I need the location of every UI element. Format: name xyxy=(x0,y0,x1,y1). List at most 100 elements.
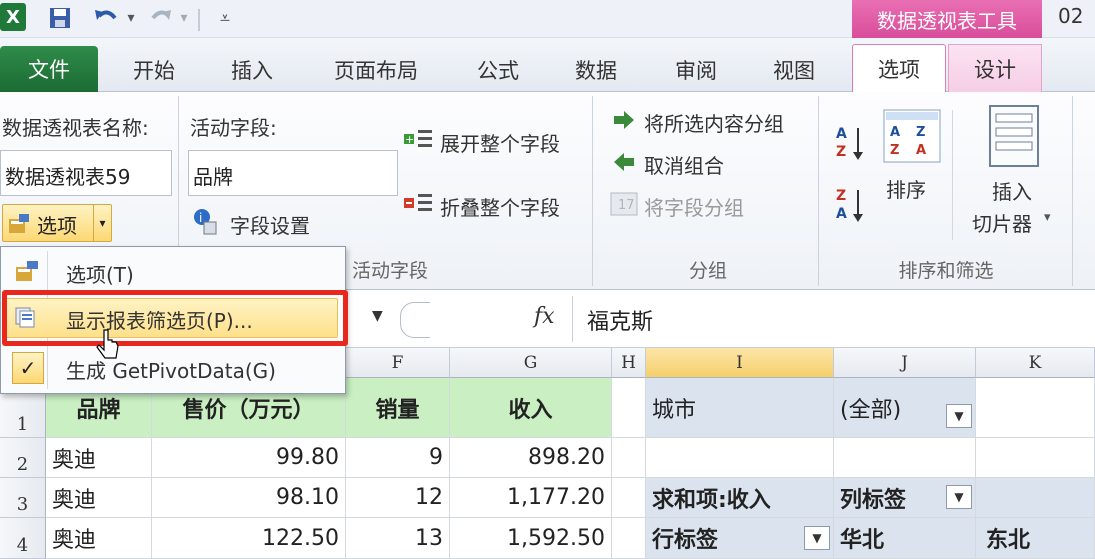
pivot-sum-label[interactable]: 求和项:收入 xyxy=(646,478,834,518)
expand-field-icon[interactable]: + xyxy=(404,128,434,150)
group-group-label: 分组 xyxy=(688,260,727,282)
row-header-2[interactable]: 2 xyxy=(0,438,46,478)
tab-insert[interactable]: 插入 xyxy=(216,48,288,92)
column-header-j[interactable]: J xyxy=(834,348,976,378)
redo-dropdown-icon[interactable]: ▾ xyxy=(178,4,190,32)
group-separator xyxy=(818,96,819,286)
active-field-group-label: 活动字段 xyxy=(351,260,428,282)
svg-text:A: A xyxy=(836,126,847,142)
empty-cell[interactable] xyxy=(976,378,1095,438)
pivot-column-dongbei[interactable]: 东北 xyxy=(976,518,1095,559)
column-header-f[interactable]: F xyxy=(346,348,450,378)
group-selection-button[interactable]: 将所选内容分组 xyxy=(644,108,784,137)
ungroup-button[interactable]: 取消组合 xyxy=(644,150,724,179)
table-cell[interactable]: 898.20 xyxy=(450,438,612,478)
collapse-field-icon[interactable] xyxy=(404,192,434,214)
table-cell[interactable]: 122.50 xyxy=(152,518,346,559)
menu-item-generate-getpivotdata[interactable]: ✓ 生成 GetPivotData(G) xyxy=(4,348,340,390)
tab-home[interactable]: 开始 xyxy=(118,48,190,92)
empty-cell[interactable] xyxy=(612,478,646,518)
table-cell[interactable]: 奥迪 xyxy=(46,478,152,518)
formula-input[interactable]: 福克斯 xyxy=(572,296,1095,342)
undo-dropdown-icon[interactable]: ▾ xyxy=(124,4,138,32)
collapse-field-button[interactable]: 折叠整个字段 xyxy=(440,192,560,221)
options-button[interactable]: 选项 ▾ xyxy=(2,204,112,242)
slicer-dropdown-icon[interactable]: ▾ xyxy=(1044,210,1051,225)
svg-text:Z: Z xyxy=(836,188,846,204)
customize-qat-icon[interactable]: ⩡ xyxy=(214,4,236,32)
sort-descending-icon[interactable]: ZA xyxy=(834,184,868,224)
header-volume[interactable]: 销量 xyxy=(346,378,450,438)
tab-data[interactable]: 数据 xyxy=(560,48,632,92)
fx-icon[interactable]: fx xyxy=(534,304,555,329)
menu-item-options[interactable]: 选项(T) xyxy=(4,252,340,294)
ungroup-icon[interactable] xyxy=(612,152,636,172)
group-separator xyxy=(1072,96,1073,286)
table-cell[interactable]: 9 xyxy=(346,438,450,478)
row-labels-dropdown-icon[interactable]: ▼ xyxy=(804,526,830,550)
row-header-4[interactable]: 4 xyxy=(0,518,46,559)
svg-text:i: i xyxy=(199,211,202,225)
column-header-h[interactable]: H xyxy=(612,348,646,378)
checkmark-icon: ✓ xyxy=(12,352,44,384)
table-cell[interactable]: 12 xyxy=(346,478,450,518)
row-header-3[interactable]: 3 xyxy=(0,478,46,518)
empty-cell[interactable] xyxy=(612,438,646,478)
table-cell[interactable]: 1,592.50 xyxy=(450,518,612,559)
empty-cell[interactable] xyxy=(834,438,976,478)
pivot-name-field[interactable]: 数据透视表59 xyxy=(0,150,172,196)
table-cell[interactable]: 98.10 xyxy=(152,478,346,518)
expand-field-button[interactable]: 展开整个字段 xyxy=(440,128,560,157)
table-cell[interactable]: 1,177.20 xyxy=(450,478,612,518)
tab-formulas[interactable]: 公式 xyxy=(462,48,534,92)
slicer-label[interactable]: 切片器 xyxy=(972,208,1032,237)
filter-dropdown-icon[interactable]: ▼ xyxy=(946,404,972,428)
options-dropdown-icon[interactable]: ▾ xyxy=(93,205,111,241)
empty-cell[interactable] xyxy=(612,518,646,559)
group-separator xyxy=(592,96,593,286)
column-header-i[interactable]: I xyxy=(646,348,834,378)
name-box-dropdown-icon[interactable]: ▼ xyxy=(372,308,383,324)
group-field-button[interactable]: 将字段分组 xyxy=(644,192,744,221)
insert-slicer-label[interactable]: 插入 xyxy=(992,176,1032,205)
tab-file[interactable]: 文件 xyxy=(0,46,98,92)
column-labels-dropdown-icon[interactable]: ▼ xyxy=(946,485,972,509)
sort-icon[interactable]: AZZA xyxy=(882,108,942,164)
column-header-k[interactable]: K xyxy=(976,348,1095,378)
group-field-icon: 17 xyxy=(610,192,638,216)
tab-review[interactable]: 审阅 xyxy=(660,48,732,92)
save-icon[interactable] xyxy=(46,4,74,32)
slicer-icon[interactable] xyxy=(986,104,1042,168)
sort-filter-group-label: 排序和筛选 xyxy=(898,260,994,282)
empty-cell[interactable] xyxy=(646,438,834,478)
field-settings-icon[interactable]: i xyxy=(192,208,217,236)
sort-button-label[interactable]: 排序 xyxy=(886,174,926,203)
undo-icon[interactable] xyxy=(88,4,124,32)
pivot-filter-field[interactable]: 城市 xyxy=(646,378,834,438)
tab-view[interactable]: 视图 xyxy=(758,48,830,92)
tab-options[interactable]: 选项 xyxy=(852,44,946,93)
svg-text:A: A xyxy=(916,143,926,158)
tab-page-layout[interactable]: 页面布局 xyxy=(318,48,434,92)
redo-icon[interactable] xyxy=(146,4,176,32)
table-cell[interactable]: 13 xyxy=(346,518,450,559)
group-selection-icon[interactable] xyxy=(612,110,636,130)
active-field-input[interactable]: 品牌 xyxy=(188,150,398,196)
table-cell[interactable]: 99.80 xyxy=(152,438,346,478)
empty-cell[interactable] xyxy=(976,438,1095,478)
table-cell[interactable]: 奥迪 xyxy=(46,438,152,478)
pivot-column-huabei[interactable]: 华北 xyxy=(834,518,976,559)
sort-ascending-icon[interactable]: AZ xyxy=(834,122,868,162)
field-settings-button[interactable]: 字段设置 xyxy=(230,210,310,239)
column-header-g[interactable]: G xyxy=(450,348,612,378)
pivot-name-label: 数据透视表名称: xyxy=(2,116,149,140)
window-title-text: 02 xyxy=(1058,4,1084,28)
table-cell[interactable]: 奥迪 xyxy=(46,518,152,559)
empty-cell[interactable] xyxy=(976,478,1095,518)
options-button-label: 选项 xyxy=(37,214,77,238)
tab-design[interactable]: 设计 xyxy=(948,44,1042,93)
empty-cell[interactable] xyxy=(612,378,646,438)
qat-separator xyxy=(198,9,200,31)
header-revenue[interactable]: 收入 xyxy=(450,378,612,438)
excel-logo-icon: X xyxy=(0,3,26,31)
